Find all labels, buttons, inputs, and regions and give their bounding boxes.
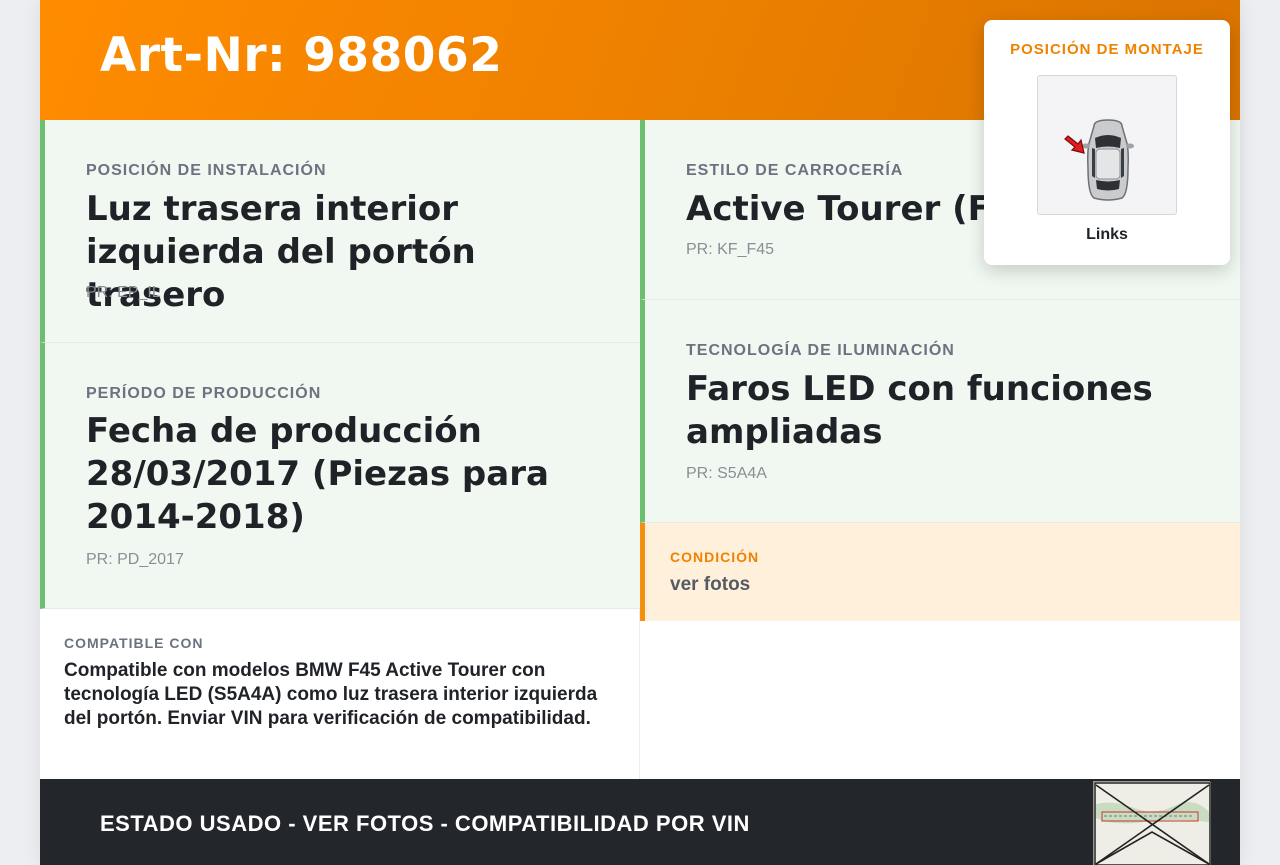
mounting-position-title: POSICIÓN DE MONTAJE: [1010, 41, 1204, 58]
lighting-technology-value: Faros LED con funciones ampliadas: [686, 369, 1153, 452]
condition-cell: CONDICIÓN ver fotos: [640, 523, 1240, 621]
condition-value: ver fotos: [670, 574, 751, 595]
lighting-technology-label: TECNOLOGÍA DE ILUMINACIÓN: [686, 342, 955, 359]
production-period-value: Fecha de producción 28/03/2017 (Piezas p…: [86, 411, 549, 537]
compatibility-cell: COMPATIBLE CON Compatible con modelos BM…: [40, 609, 640, 779]
mounting-position-image: [1037, 75, 1177, 215]
installation-position-cell: POSICIÓN DE INSTALACIÓN Luz trasera inte…: [40, 120, 640, 343]
mounting-position-caption: Links: [1086, 226, 1128, 243]
footer-bar: ESTADO USADO - VER FOTOS - COMPATIBILIDA…: [40, 779, 1240, 865]
label-photo-thumbnail-icon[interactable]: [1093, 781, 1211, 865]
article-number-title: Art-Nr: 988062: [100, 28, 503, 83]
compatibility-label: COMPATIBLE CON: [64, 635, 204, 651]
thumbnail-envelope-icon: [1094, 782, 1211, 865]
condition-label: CONDICIÓN: [670, 549, 760, 565]
production-period-cell: PERÍODO DE PRODUCCIÓN Fecha de producció…: [40, 343, 640, 609]
compatibility-text: Compatible con modelos BMW F45 Active To…: [64, 660, 598, 729]
lighting-technology-code: PR: S5A4A: [686, 465, 767, 482]
footer-status-text: ESTADO USADO - VER FOTOS - COMPATIBILIDA…: [100, 811, 750, 836]
lighting-technology-cell: TECNOLOGÍA DE ILUMINACIÓN Faros LED con …: [640, 300, 1240, 523]
installation-position-code: PR: EP_IL: [86, 284, 161, 301]
installation-position-value: Luz trasera interior izquierda del portó…: [86, 189, 476, 315]
installation-position-label: POSICIÓN DE INSTALACIÓN: [86, 162, 327, 179]
mounting-position-card: POSICIÓN DE MONTAJE Links: [984, 20, 1230, 265]
body-style-label: ESTILO DE CARROCERÍA: [686, 162, 904, 179]
production-period-code: PR: PD_2017: [86, 551, 184, 568]
production-period-label: PERÍODO DE PRODUCCIÓN: [86, 385, 322, 402]
body-style-code: PR: KF_F45: [686, 241, 775, 258]
car-top-view-icon: [1064, 119, 1134, 201]
